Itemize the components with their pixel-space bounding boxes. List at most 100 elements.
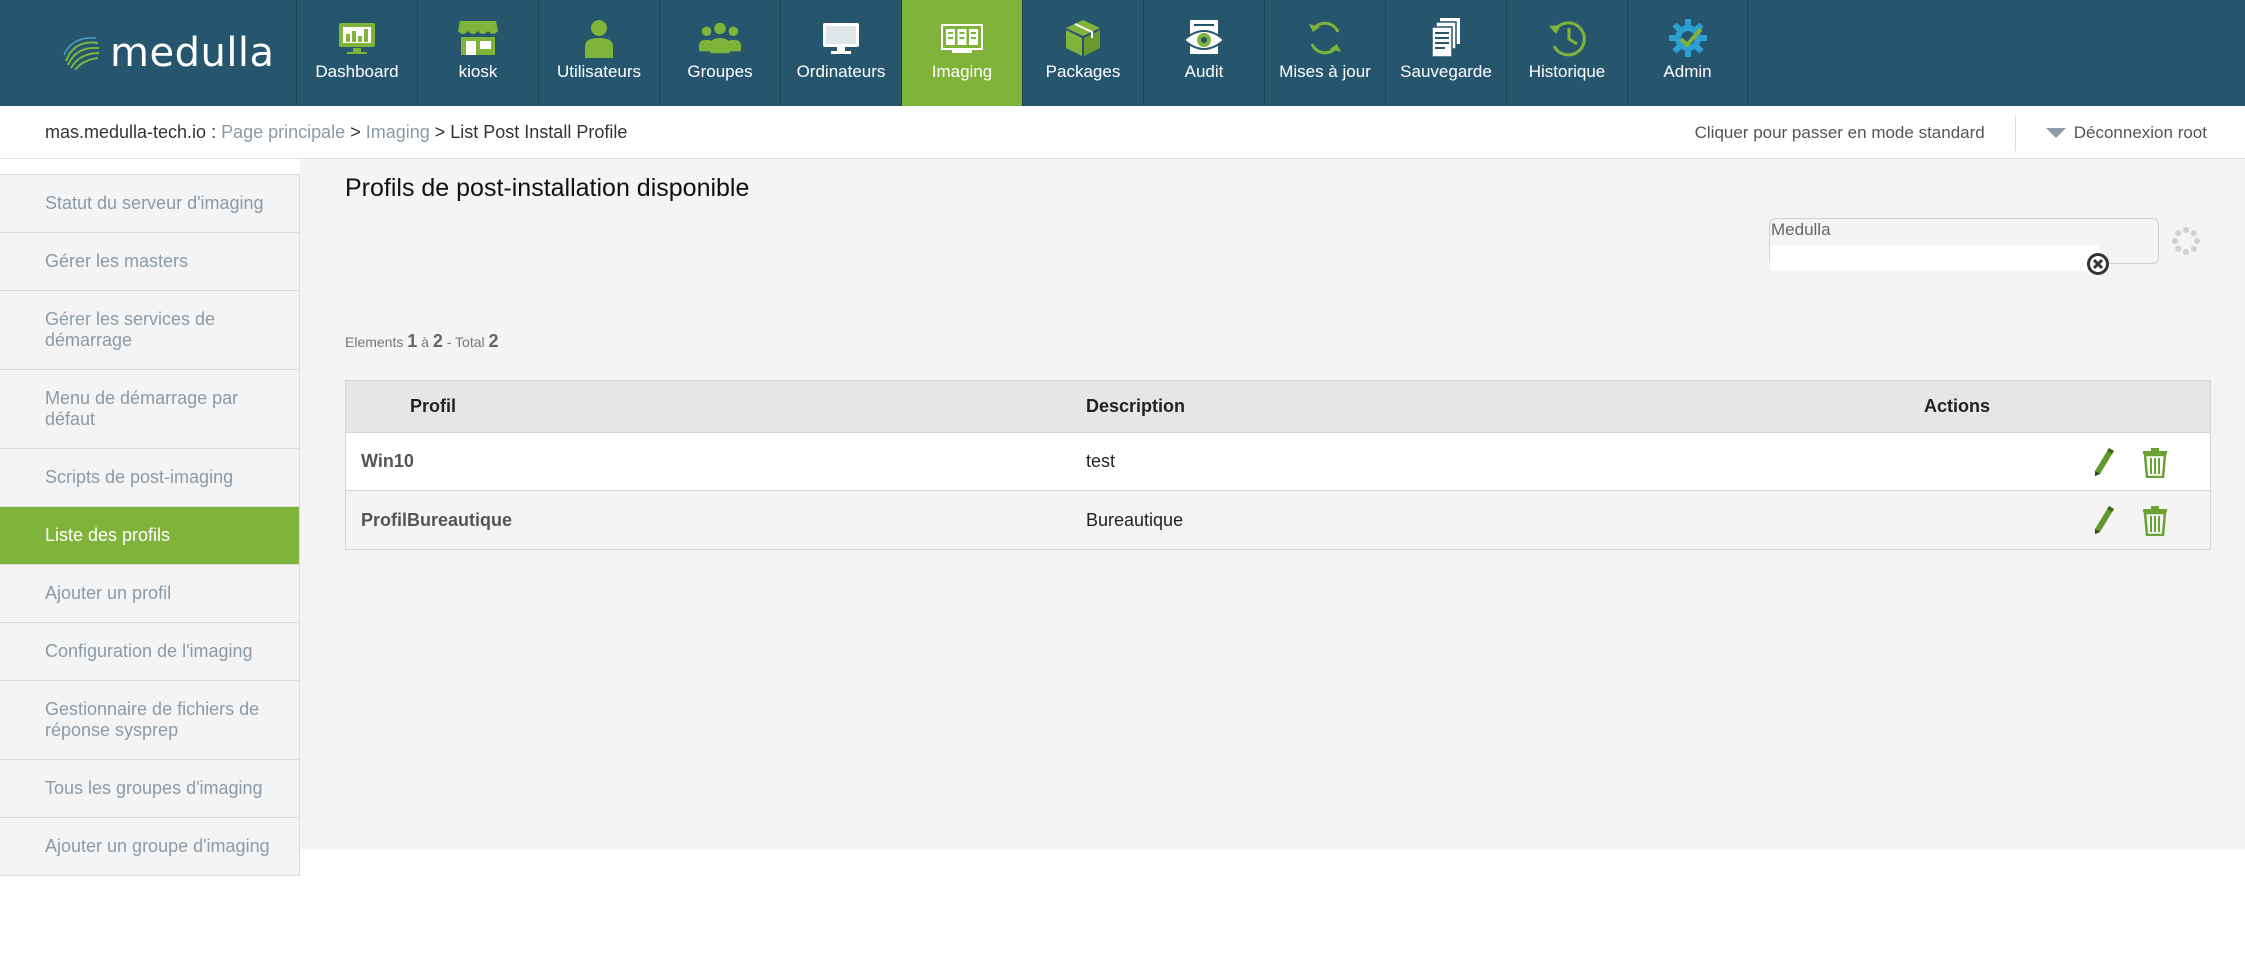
sidebar-item-configuration-imaging[interactable]: Configuration de l'imaging <box>0 623 299 681</box>
count-prefix: Elements <box>345 334 404 350</box>
search-label: Medulla <box>1771 220 1831 239</box>
edit-pencil-icon[interactable] <box>2088 446 2118 478</box>
count-total: 2 <box>488 331 499 351</box>
imaging-icon <box>940 18 984 58</box>
pagination-count: Elements 1 à 2 - Total 2 <box>345 331 499 352</box>
breadcrumb-separator: : <box>206 122 222 142</box>
clear-search-icon[interactable] <box>2086 252 2110 276</box>
sidebar-item-ajouter-groupe[interactable]: Ajouter un groupe d'imaging <box>0 818 299 876</box>
sidebar-item-label: Configuration de l'imaging <box>45 641 253 661</box>
medulla-logo[interactable]: medulla <box>62 28 275 78</box>
sidebar-item-gerer-masters[interactable]: Gérer les masters <box>0 233 299 291</box>
count-to: 2 <box>432 331 443 351</box>
sidebar-item-ajouter-profil[interactable]: Ajouter un profil <box>0 565 299 623</box>
main-nav: Dashboard kiosk Utilisateurs Groupes Ord… <box>296 0 1748 106</box>
nav-item-sauvegarde[interactable]: Sauvegarde <box>1385 0 1506 106</box>
sidebar: Statut du serveur d'imaging Gérer les ma… <box>0 174 300 876</box>
breadcrumb-host: mas.medulla-tech.io <box>45 122 207 142</box>
nav-item-admin[interactable]: Admin <box>1627 0 1748 106</box>
table-row: ProfilBureautique Bureautique <box>346 491 2210 549</box>
sidebar-item-gerer-services[interactable]: Gérer les services de démarrage <box>0 291 299 370</box>
profile-description: test <box>1086 451 1116 471</box>
nav-label: Packages <box>1045 62 1121 81</box>
nav-label: Ordinateurs <box>796 62 886 81</box>
sidebar-item-scripts-post-imaging[interactable]: Scripts de post-imaging <box>0 449 299 507</box>
breadcrumb: mas.medulla-tech.io : Page principale > … <box>45 122 627 143</box>
nav-item-historique[interactable]: Historique <box>1506 0 1627 106</box>
header-right-links: Cliquer pour passer en mode standard Déc… <box>1695 106 2207 159</box>
edit-pencil-icon[interactable] <box>2088 504 2118 536</box>
user-icon <box>577 18 621 58</box>
kiosk-icon <box>456 18 500 58</box>
delete-trash-icon[interactable] <box>2140 446 2170 478</box>
main-content: Profils de post-installation disponible … <box>300 159 2245 849</box>
audit-icon <box>1182 18 1226 58</box>
delete-trash-icon[interactable] <box>2140 504 2170 536</box>
row-actions <box>1786 446 2210 478</box>
sidebar-item-label: Liste des profils <box>45 525 171 545</box>
nav-label: Dashboard <box>315 62 399 81</box>
logout-link[interactable]: Déconnexion root <box>2045 122 2207 143</box>
table-row: Win10 test <box>346 433 2210 491</box>
search-input[interactable] <box>1770 245 2100 271</box>
logo-text: medulla <box>110 30 275 76</box>
sidebar-item-label: Menu de démarrage par défaut <box>45 388 239 429</box>
nav-item-imaging[interactable]: Imaging <box>901 0 1022 106</box>
group-icon <box>698 18 742 58</box>
nav-label: Admin <box>1663 62 1712 81</box>
history-icon <box>1545 18 1589 58</box>
monitor-icon <box>819 18 863 58</box>
column-header-profil: Profil <box>410 396 457 416</box>
sidebar-item-sysprep[interactable]: Gestionnaire de fichiers de réponse sysp… <box>0 681 299 760</box>
sidebar-item-liste-profils[interactable]: Liste des profils <box>0 507 299 565</box>
table-header: Profil Description Actions <box>346 381 2210 433</box>
breadcrumb-separator: > <box>345 122 366 142</box>
sidebar-item-statut-serveur[interactable]: Statut du serveur d'imaging <box>0 175 299 233</box>
breadcrumb-imaging-link[interactable]: Imaging <box>366 122 430 142</box>
backup-icon <box>1424 18 1468 58</box>
profile-name: Win10 <box>361 451 414 471</box>
header-divider <box>2014 114 2016 151</box>
sidebar-item-label: Gestionnaire de fichiers de réponse sysp… <box>45 699 260 740</box>
sidebar-item-label: Tous les groupes d'imaging <box>45 778 263 798</box>
nav-label: Mises à jour <box>1279 62 1371 81</box>
top-navigation-bar: medulla Dashboard kiosk Utilisateurs Gro… <box>0 0 2245 106</box>
nav-item-dashboard[interactable]: Dashboard <box>296 0 417 106</box>
medulla-logo-icon <box>63 37 100 71</box>
caret-down-icon <box>2045 127 2066 138</box>
refresh-icon <box>1303 18 1347 58</box>
page-title: Profils de post-installation disponible <box>345 174 750 202</box>
switch-mode-link[interactable]: Cliquer pour passer en mode standard <box>1695 123 2015 143</box>
nav-item-packages[interactable]: Packages <box>1022 0 1143 106</box>
package-icon <box>1061 18 1105 58</box>
breadcrumb-home-link[interactable]: Page principale <box>221 122 345 142</box>
sidebar-item-label: Scripts de post-imaging <box>45 467 234 487</box>
nav-label: Imaging <box>931 62 993 81</box>
sidebar-item-label: Gérer les masters <box>45 251 189 271</box>
nav-item-mises-a-jour[interactable]: Mises à jour <box>1264 0 1385 106</box>
nav-item-audit[interactable]: Audit <box>1143 0 1264 106</box>
profile-name: ProfilBureautique <box>361 509 513 530</box>
nav-label: Utilisateurs <box>556 62 642 81</box>
nav-label: Groupes <box>687 62 753 81</box>
breadcrumb-current: List Post Install Profile <box>450 122 628 142</box>
row-actions <box>1786 504 2210 536</box>
count-total-word: - Total <box>446 334 485 350</box>
nav-label: Audit <box>1184 62 1224 81</box>
nav-item-ordinateurs[interactable]: Ordinateurs <box>780 0 901 106</box>
sidebar-item-tous-groupes[interactable]: Tous les groupes d'imaging <box>0 760 299 818</box>
loading-spinner-icon <box>2172 227 2200 255</box>
sidebar-item-label: Ajouter un groupe d'imaging <box>45 836 270 856</box>
sidebar-item-label: Statut du serveur d'imaging <box>45 193 264 213</box>
nav-item-kiosk[interactable]: kiosk <box>417 0 538 106</box>
logout-label: Déconnexion root <box>2073 122 2207 142</box>
count-from: 1 <box>407 331 418 351</box>
nav-label: Sauvegarde <box>1400 62 1492 81</box>
profile-description: Bureautique <box>1086 509 1184 530</box>
nav-label: kiosk <box>458 62 498 81</box>
breadcrumb-bar: mas.medulla-tech.io : Page principale > … <box>0 106 2245 159</box>
nav-item-groupes[interactable]: Groupes <box>659 0 780 106</box>
nav-label: Historique <box>1528 62 1606 81</box>
sidebar-item-menu-demarrage[interactable]: Menu de démarrage par défaut <box>0 370 299 449</box>
nav-item-utilisateurs[interactable]: Utilisateurs <box>538 0 659 106</box>
